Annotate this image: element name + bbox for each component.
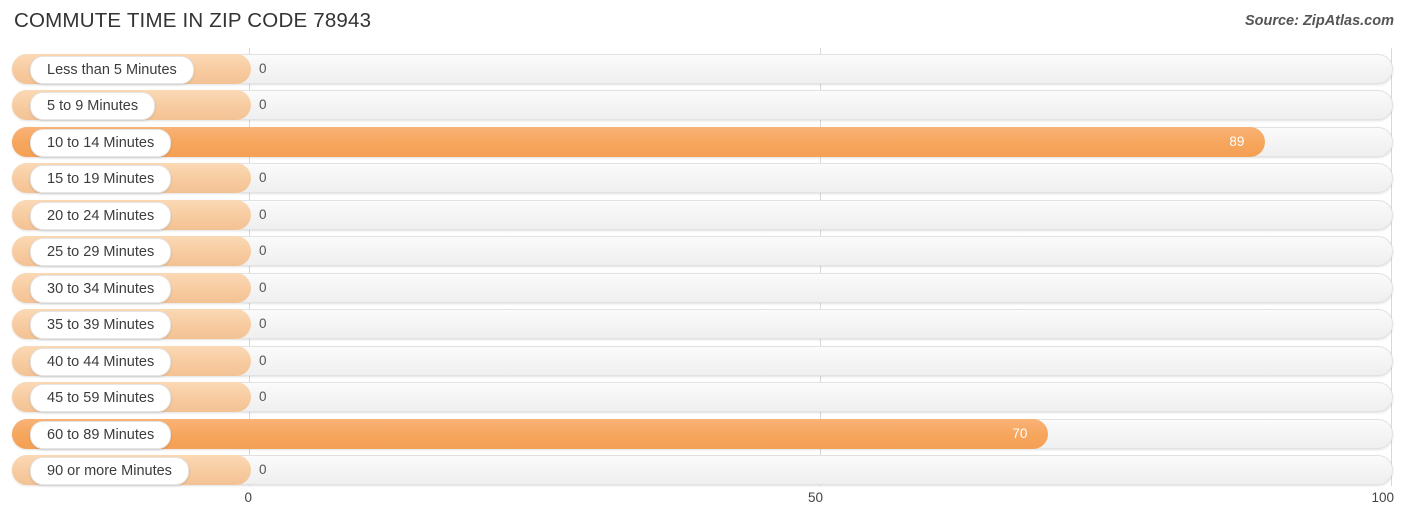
bar-row[interactable]: 90 or more Minutes 0 <box>12 454 1393 485</box>
x-axis: 0 50 100 <box>0 486 1406 522</box>
bar-row[interactable]: 25 to 29 Minutes 0 <box>12 236 1393 267</box>
plot-area: Less than 5 Minutes 0 5 to 9 Minutes 0 10 to… <box>0 48 1406 486</box>
bar-rows: Less than 5 Minutes 0 5 to 9 Minutes 0 10 to… <box>0 48 1406 486</box>
bar-row[interactable]: 5 to 9 Minutes 0 <box>12 90 1393 121</box>
bar-value-label: 0 <box>259 61 267 76</box>
chart-header: COMMUTE TIME IN ZIP CODE 78943 Source: Z… <box>0 0 1406 44</box>
category-label: Less than 5 Minutes <box>30 56 194 84</box>
bar-row[interactable]: 15 to 19 Minutes 0 <box>12 163 1393 194</box>
x-tick-label: 100 <box>1371 490 1394 505</box>
bar-row[interactable]: 40 to 44 Minutes 0 <box>12 345 1393 376</box>
bar-row[interactable]: Less than 5 Minutes 0 <box>12 54 1393 84</box>
bar-row[interactable]: 35 to 39 Minutes 0 <box>12 309 1393 340</box>
bar-value <box>12 126 1266 157</box>
x-tick-label: 0 <box>244 490 252 505</box>
category-label: 15 to 19 Minutes <box>30 165 172 194</box>
bar-value-label: 70 <box>1012 425 1028 441</box>
bar-value-label: 0 <box>259 243 267 259</box>
category-label: 40 to 44 Minutes <box>30 347 172 376</box>
category-label: 35 to 39 Minutes <box>30 311 172 340</box>
category-label: 30 to 34 Minutes <box>30 274 172 303</box>
bar-value-label: 0 <box>259 352 267 368</box>
bar-row[interactable]: 20 to 24 Minutes 0 <box>12 199 1393 230</box>
bar-row[interactable]: 60 to 89 Minutes 70 <box>12 418 1393 449</box>
bar-value-label: 0 <box>259 316 267 332</box>
bar-value-label: 0 <box>259 279 267 295</box>
bar-value-label: 0 <box>259 461 267 477</box>
category-label: 45 to 59 Minutes <box>30 384 172 413</box>
category-label: 90 or more Minutes <box>30 456 189 485</box>
commute-time-bar-chart: COMMUTE TIME IN ZIP CODE 78943 Source: Z… <box>0 0 1406 522</box>
bar-value-label: 89 <box>1229 133 1245 149</box>
category-label: 5 to 9 Minutes <box>30 92 156 121</box>
bar-row[interactable]: 30 to 34 Minutes 0 <box>12 272 1393 303</box>
bar-value-label: 0 <box>259 389 267 405</box>
category-label: 25 to 29 Minutes <box>30 238 172 267</box>
bar-row[interactable]: 45 to 59 Minutes 0 <box>12 382 1393 413</box>
bar-value-label: 0 <box>259 206 267 222</box>
category-label: 20 to 24 Minutes <box>30 201 172 230</box>
bar-value-label: 0 <box>259 170 267 186</box>
bar-value-label: 0 <box>259 97 267 113</box>
page-title: COMMUTE TIME IN ZIP CODE 78943 <box>14 9 372 32</box>
x-tick-label: 50 <box>807 490 823 505</box>
source-attribution: Source: ZipAtlas.com <box>1244 13 1394 29</box>
category-label: 10 to 14 Minutes <box>30 128 172 157</box>
bar-row[interactable]: 10 to 14 Minutes 89 <box>12 126 1393 157</box>
category-label: 60 to 89 Minutes <box>30 420 172 449</box>
